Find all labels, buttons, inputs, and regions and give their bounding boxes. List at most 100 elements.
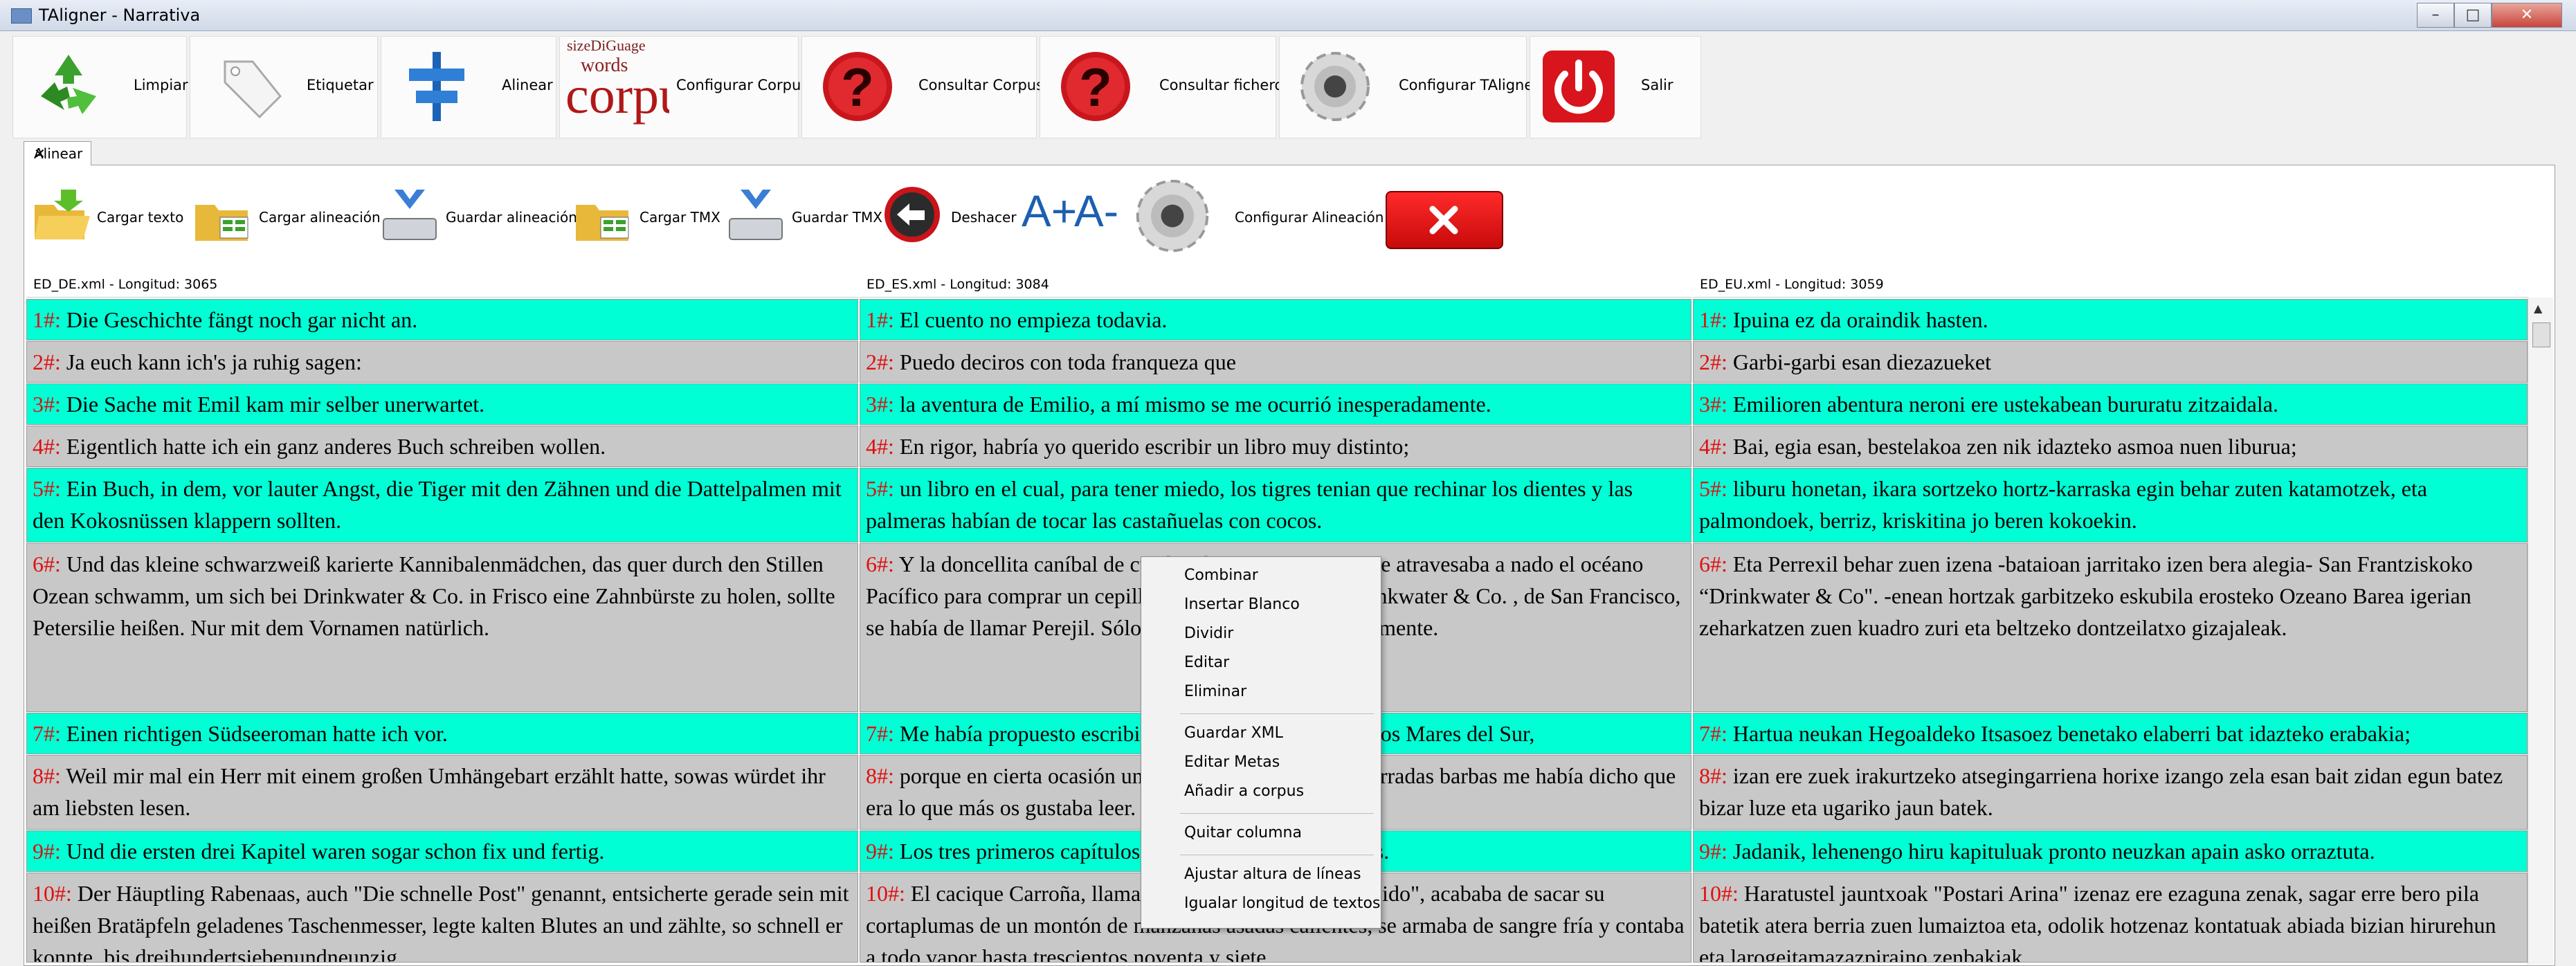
cargar-texto-button[interactable]: Cargar texto xyxy=(30,179,210,262)
segment-text: Hartua neukan Hegoaldeko Itsasoez beneta… xyxy=(1727,721,2411,746)
segment-number: 2#: xyxy=(866,349,894,374)
folder-table-icon xyxy=(576,205,629,241)
consultar-corpus-button[interactable]: ? Consultar Corpus xyxy=(801,36,1044,138)
segment-number: 4#: xyxy=(1699,434,1727,459)
segment-number: 5#: xyxy=(33,476,61,501)
segment-text: Ein Buch, in dem, vor lauter Angst, die … xyxy=(33,476,842,533)
guardar-tmx-label: Guardar TMX xyxy=(792,209,883,226)
segment-text: Ipuina ez da oraindik hasten. xyxy=(1727,307,1988,332)
power-icon xyxy=(1543,51,1615,122)
segment-cell-de[interactable]: 9#: Und die ersten drei Kapitel waren so… xyxy=(26,830,858,872)
menu-item-guardar-xml[interactable]: Guardar XML xyxy=(1184,724,1283,742)
tab-close-icon[interactable]: ✕ xyxy=(34,145,46,162)
segment-cell-eu[interactable]: 5#: liburu honetan, ikara sortzeko hortz… xyxy=(1693,468,2528,543)
menu-item-ajustar-altura[interactable]: Ajustar altura de líneas xyxy=(1184,866,1361,883)
segment-cell-es[interactable]: 5#: un libro en el cual, para tener mied… xyxy=(860,468,1691,543)
configurar-corpus-button[interactable]: sizeDiGuage words corpus Configurar Corp… xyxy=(559,36,808,138)
segment-number: 7#: xyxy=(33,721,61,746)
segment-text: Jadanik, lehenengo hiru kapituluak pront… xyxy=(1727,839,2375,864)
alinear-button[interactable]: Alinear xyxy=(381,36,556,138)
minimize-button[interactable]: – xyxy=(2417,3,2454,28)
menu-item-combinar[interactable]: Combinar xyxy=(1184,567,1258,584)
segment-cell-es[interactable]: 1#: El cuento no empieza todavia. xyxy=(860,299,1691,340)
tab-alinear[interactable]: Alinear ✕ xyxy=(24,141,91,165)
segment-cell-eu[interactable]: 6#: Eta Perrexil behar zuen izena -batai… xyxy=(1693,543,2528,712)
segment-cell-eu[interactable]: 1#: Ipuina ez da oraindik hasten. xyxy=(1693,299,2528,340)
scroll-thumb[interactable] xyxy=(2532,322,2550,347)
segment-cell-de[interactable]: 1#: Die Geschichte fängt noch gar nicht … xyxy=(26,299,858,340)
segment-cell-de[interactable]: 6#: Und das kleine schwarzweiß karierte … xyxy=(26,543,858,712)
consultar-corpus-label: Consultar Corpus xyxy=(918,77,1044,93)
segment-text: En rigor, habría yo querido escribir un … xyxy=(894,434,1410,459)
segment-cell-de[interactable]: 7#: Einen richtigen Südseeroman hatte ic… xyxy=(26,713,858,754)
app-icon xyxy=(11,8,32,24)
segment-number: 1#: xyxy=(33,307,61,332)
segment-text: Bai, egia esan, bestelakoa zen nik idazt… xyxy=(1727,434,2297,459)
main-toolbar: Limpiar Etiquetar Alinear sizeDiGuage wo… xyxy=(12,36,2366,138)
segment-cell-es[interactable]: 4#: En rigor, habría yo querido escribir… xyxy=(860,426,1691,467)
column-header-es: ED_ES.xml - Longitud: 3084 xyxy=(860,271,1691,298)
segment-text: Einen richtigen Südseeroman hatte ich vo… xyxy=(60,721,448,746)
menu-item-dividir[interactable]: Dividir xyxy=(1184,625,1233,642)
cargar-texto-label: Cargar texto xyxy=(97,209,184,226)
segment-text: Die Sache mit Emil kam mir selber unerwa… xyxy=(60,392,485,417)
configurar-alineacion-button[interactable]: Configurar Alineación xyxy=(1132,179,1384,262)
limpiar-button[interactable]: Limpiar xyxy=(12,36,188,138)
segment-cell-de[interactable]: 10#: Der Häuptling Rabenaas, auch "Die s… xyxy=(26,873,858,963)
segment-cell-eu[interactable]: 4#: Bai, egia esan, bestelakoa zen nik i… xyxy=(1693,426,2528,467)
segment-cell-de[interactable]: 8#: Weil mir mal ein Herr mit einem groß… xyxy=(26,755,858,830)
font-decrease-button[interactable]: A- xyxy=(1074,179,1118,262)
segment-number: 6#: xyxy=(1699,552,1727,576)
font-decrease-icon: A- xyxy=(1074,186,1118,236)
segment-cell-eu[interactable]: 10#: Haratustel jauntxoak "Postari Arina… xyxy=(1693,873,2528,963)
segment-number: 1#: xyxy=(866,307,894,332)
menu-item-anadir-a-corpus[interactable]: Añadir a corpus xyxy=(1184,783,1304,800)
guardar-tmx-button[interactable]: Guardar TMX xyxy=(725,179,882,262)
segment-text: Der Häuptling Rabenaas, auch "Die schnel… xyxy=(33,881,849,963)
segment-number: 3#: xyxy=(33,392,61,417)
menu-item-insertar-blanco[interactable]: Insertar Blanco xyxy=(1184,596,1300,613)
salir-button[interactable]: Salir xyxy=(1530,36,1701,138)
segment-text: Die Geschichte fängt noch gar nicht an. xyxy=(60,307,418,332)
segment-text: liburu honetan, ikara sortzeko hortz-kar… xyxy=(1699,476,2427,533)
vertical-scrollbar[interactable]: ▲ xyxy=(2528,298,2553,965)
segment-number: 7#: xyxy=(866,721,894,746)
consultar-ficheros-label: Consultar ficheros xyxy=(1159,77,1291,93)
cargar-tmx-button[interactable]: Cargar TMX xyxy=(573,179,720,262)
segment-cell-de[interactable]: 5#: Ein Buch, in dem, vor lauter Angst, … xyxy=(26,468,858,543)
menu-item-editar[interactable]: Editar xyxy=(1184,654,1229,671)
menu-item-igualar-longitud[interactable]: Igualar longitud de textos xyxy=(1184,895,1380,912)
menu-item-editar-metas[interactable]: Editar Metas xyxy=(1184,754,1280,771)
scroll-up-icon[interactable]: ▲ xyxy=(2534,302,2542,315)
deshacer-button[interactable]: Deshacer xyxy=(882,179,1020,262)
menu-item-eliminar[interactable]: Eliminar xyxy=(1184,683,1246,700)
save-icon xyxy=(729,190,783,240)
close-x-icon xyxy=(1429,206,1458,235)
segment-cell-eu[interactable]: 7#: Hartua neukan Hegoaldeko Itsasoez be… xyxy=(1693,713,2528,754)
segment-cell-de[interactable]: 3#: Die Sache mit Emil kam mir selber un… xyxy=(26,383,858,425)
folder-open-icon xyxy=(35,190,90,239)
segment-cell-de[interactable]: 2#: Ja euch kann ich's ja ruhig sagen: xyxy=(26,341,858,383)
segment-cell-de[interactable]: 4#: Eigentlich hatte ich ein ganz andere… xyxy=(26,426,858,467)
cargar-alineacion-button[interactable]: Cargar alineación xyxy=(192,179,381,262)
align-icon xyxy=(409,52,464,121)
etiquetar-button[interactable]: Etiquetar xyxy=(190,36,378,138)
font-increase-button[interactable]: A+ xyxy=(1022,179,1077,262)
menu-item-quitar-columna[interactable]: Quitar columna xyxy=(1184,824,1302,841)
context-menu: Combinar Insertar Blanco Dividir Editar … xyxy=(1141,556,1381,929)
delete-button[interactable] xyxy=(1386,191,1503,249)
guardar-alineacion-button[interactable]: Guardar alineación xyxy=(379,179,577,262)
maximize-button[interactable]: □ xyxy=(2454,3,2492,28)
segment-cell-eu[interactable]: 3#: Emilioren abentura neroni ere usteka… xyxy=(1693,383,2528,425)
segment-cell-es[interactable]: 2#: Puedo deciros con toda franqueza que xyxy=(860,341,1691,383)
close-button[interactable]: ✕ xyxy=(2492,3,2562,28)
segment-cell-eu[interactable]: 2#: Garbi-garbi esan diezazueket xyxy=(1693,341,2528,383)
segment-cell-es[interactable]: 3#: la aventura de Emilio, a mí mismo se… xyxy=(860,383,1691,425)
etiquetar-label: Etiquetar xyxy=(307,77,374,93)
cargar-tmx-label: Cargar TMX xyxy=(640,209,720,226)
segment-cell-eu[interactable]: 9#: Jadanik, lehenengo hiru kapituluak p… xyxy=(1693,830,2528,872)
consultar-ficheros-button[interactable]: ? Consultar ficheros xyxy=(1040,36,1291,138)
segment-text: Puedo deciros con toda franqueza que xyxy=(894,349,1236,374)
segment-cell-eu[interactable]: 8#: izan ere zuek irakurtzeko atsegingar… xyxy=(1693,755,2528,830)
configurar-taligner-button[interactable]: Configurar TAligner xyxy=(1279,36,1539,138)
